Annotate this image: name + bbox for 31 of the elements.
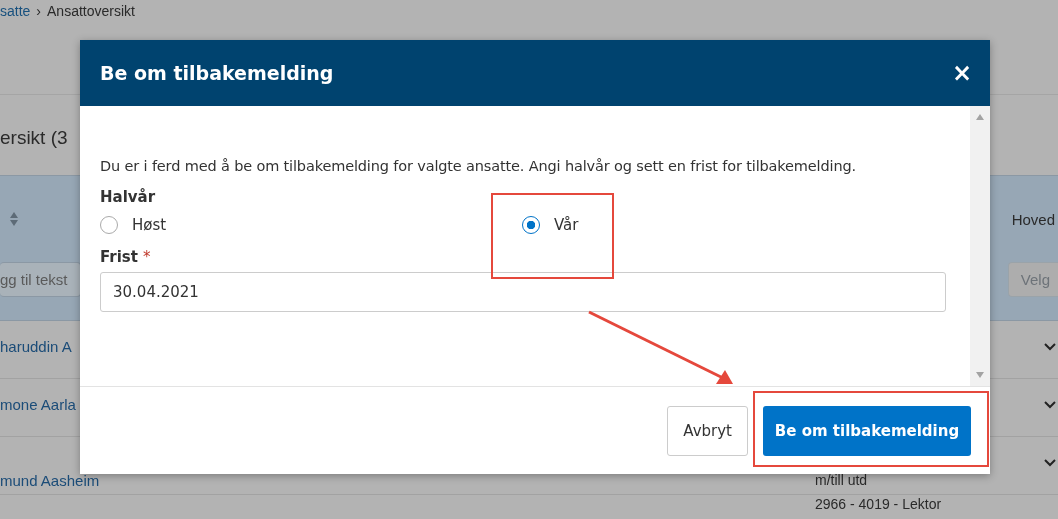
required-mark: *	[142, 248, 151, 266]
sort-icon[interactable]	[9, 211, 19, 227]
radio-button[interactable]	[100, 216, 118, 234]
dialog-title: Be om tilbakemelding	[100, 62, 334, 84]
radio-option[interactable]: Høst	[100, 212, 522, 238]
column-header: Hoved	[1011, 210, 1055, 228]
radio-button[interactable]	[522, 216, 540, 234]
chevron-down-icon[interactable]	[1044, 401, 1056, 409]
table-cell: m/till utd	[815, 472, 868, 488]
cancel-button[interactable]: Avbryt	[667, 405, 748, 456]
breadcrumb-separator: ›	[36, 3, 42, 19]
scroll-down-icon[interactable]	[976, 372, 984, 378]
filter-field[interactable]: gg til tekst	[0, 262, 81, 297]
breadcrumb-link[interactable]: satte	[0, 3, 31, 19]
breadcrumb-current: Ansattoversikt	[47, 3, 135, 19]
employee-link[interactable]: haruddin A	[0, 338, 72, 355]
close-button[interactable]: ×	[951, 59, 972, 87]
chevron-down-icon[interactable]	[1044, 459, 1056, 467]
radio-option[interactable]: Vår	[522, 212, 946, 238]
employee-link[interactable]: mone Aarla	[0, 396, 76, 413]
field-label: Frist	[100, 248, 138, 266]
chevron-down-icon[interactable]	[1044, 343, 1056, 351]
employee-link[interactable]: mund Aasheim	[0, 472, 100, 489]
submit-button[interactable]: Be om tilbakemelding	[763, 405, 971, 456]
scrollbar[interactable]	[970, 106, 990, 386]
table-cell: 2966 - 4019 - Lektor	[815, 496, 942, 512]
field-label: Halvår	[100, 188, 156, 206]
page-heading: ersikt (3	[0, 127, 68, 150]
scroll-up-icon[interactable]	[976, 114, 984, 120]
date-field[interactable]: 30.04.2021	[100, 272, 946, 312]
intro-text: Du er i ferd med å be om tilbakemelding for valgte ansatte. Angi halvår og sett en frist for tilbakemelding.	[100, 158, 857, 174]
